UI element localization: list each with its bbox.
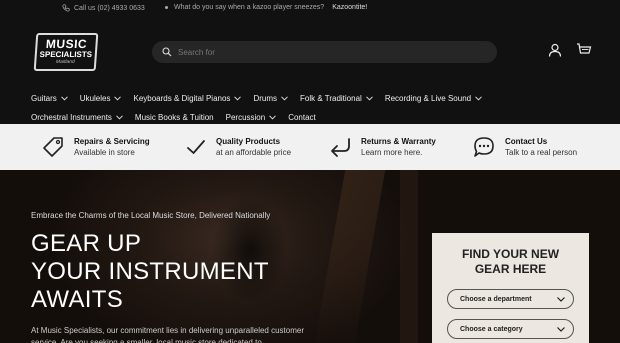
category-select-label: Choose a category [460,325,523,333]
nav-label: Contact [288,113,316,122]
hero-background-light [400,170,418,343]
store-logo[interactable]: MUSIC SPECIALISTS Maitland [33,33,99,71]
chevron-down-icon [234,96,242,101]
feature-contact[interactable]: Contact Us Talk to a real person [473,124,577,170]
feature-repairs[interactable]: Repairs & Servicing Available in store [42,124,150,170]
logo-line-1: MUSIC [45,36,88,51]
nav-row-1: Guitars Ukuleles Keyboards & Digital Pia… [31,89,591,108]
nav-item-percussion[interactable]: Percussion [226,113,277,122]
nav-label: Music Books & Tuition [134,113,214,122]
nav-item-drums[interactable]: Drums [253,94,288,103]
header-icons [548,43,592,57]
search-input[interactable] [178,47,478,57]
account-icon[interactable] [548,43,562,57]
department-select-label: Choose a department [460,295,532,303]
nav-label: Drums [253,94,277,103]
chat-bubble-icon [474,137,494,157]
hero-heading-line-2: YOUR INSTRUMENT [31,258,269,285]
feature-returns[interactable]: Returns & Warranty Learn more here. [329,124,436,170]
feature-subtitle: Talk to a real person [505,148,578,157]
search-bar[interactable] [152,41,497,63]
bullet-icon [165,6,168,9]
hero-tagline: Embrace the Charms of the Local Music St… [31,211,271,220]
category-select[interactable]: Choose a category [447,319,574,339]
chevron-down-icon [557,296,565,302]
joke-question: What do you say when a kazoo player snee… [174,4,325,11]
hero-description: At Music Specialists, our commitment lie… [31,326,304,343]
feature-subtitle: Available in store [74,148,135,157]
hero-background-light [314,170,386,343]
search-icon[interactable] [162,47,172,57]
nav-item-folk[interactable]: Folk & Traditional [300,94,373,103]
nav-label: Ukuleles [79,94,111,103]
chevron-down-icon [557,326,565,332]
chevron-down-icon [60,96,68,101]
nav-item-guitars[interactable]: Guitars [31,94,68,103]
finder-title-line-1: FIND YOUR NEW [461,247,560,261]
phone-icon [62,4,70,12]
finder-title-line-2: GEAR HERE [474,262,547,276]
feature-title: Contact Us [505,137,548,146]
main-navigation: Guitars Ukuleles Keyboards & Digital Pia… [31,89,591,127]
nav-label: Percussion [225,113,266,122]
chevron-down-icon [114,96,122,101]
nav-item-keyboards[interactable]: Keyboards & Digital Pianos [133,94,242,103]
hero-heading-line-1: GEAR UP [31,230,142,257]
feature-subtitle: at an affordable price [216,148,292,157]
feature-subtitle: Learn more here. [361,148,423,157]
cart-icon[interactable] [576,43,592,57]
logo-line-3: Maitland [55,58,75,65]
checkmark-icon [187,140,205,154]
tag-icon [43,137,63,157]
nav-item-contact[interactable]: Contact [288,113,316,122]
return-arrow-icon [331,138,350,157]
chevron-down-icon [475,96,482,101]
hero-heading-line-3: AWAITS [31,286,124,313]
chevron-down-icon [365,96,373,101]
chevron-down-icon [116,115,123,120]
chevron-down-icon [281,96,288,101]
chevron-down-icon [269,115,277,120]
announcement-joke: What do you say when a kazoo player snee… [165,4,367,11]
feature-title: Repairs & Servicing [74,137,150,146]
announcement-bar: Call us (02) 4933 0633 What do you say w… [0,0,620,18]
feature-quality[interactable]: Quality Products at an affordable price [186,124,291,170]
nav-item-music-books[interactable]: Music Books & Tuition [135,113,214,122]
joke-answer: Kazoontite! [332,4,368,11]
feature-title: Quality Products [216,137,281,146]
gear-finder-panel: FIND YOUR NEW GEAR HERE Choose a departm… [432,233,589,343]
phone-link[interactable]: Call us (02) 4933 0633 [62,4,145,12]
nav-label: Folk & Traditional [300,94,362,103]
feature-title: Returns & Warranty [361,137,436,146]
department-select[interactable]: Choose a department [447,289,574,309]
phone-number: Call us (02) 4933 0633 [74,4,145,12]
nav-item-recording[interactable]: Recording & Live Sound [385,94,482,103]
nav-label: Keyboards & Digital Pianos [133,94,231,103]
site-header: MUSIC SPECIALISTS Maitland Guitars Ukule… [0,18,620,124]
features-bar: Repairs & Servicing Available in store Q… [0,124,620,170]
nav-label: Recording & Live Sound [384,94,472,103]
hero-heading: GEAR UP YOUR INSTRUMENT AWAITS [31,230,269,314]
nav-item-orchestral[interactable]: Orchestral Instruments [31,113,123,122]
nav-label: Guitars [31,94,57,103]
logo-line-2: SPECIALISTS [39,49,93,59]
nav-label: Orchestral Instruments [31,113,112,122]
nav-item-ukuleles[interactable]: Ukuleles [80,94,122,103]
